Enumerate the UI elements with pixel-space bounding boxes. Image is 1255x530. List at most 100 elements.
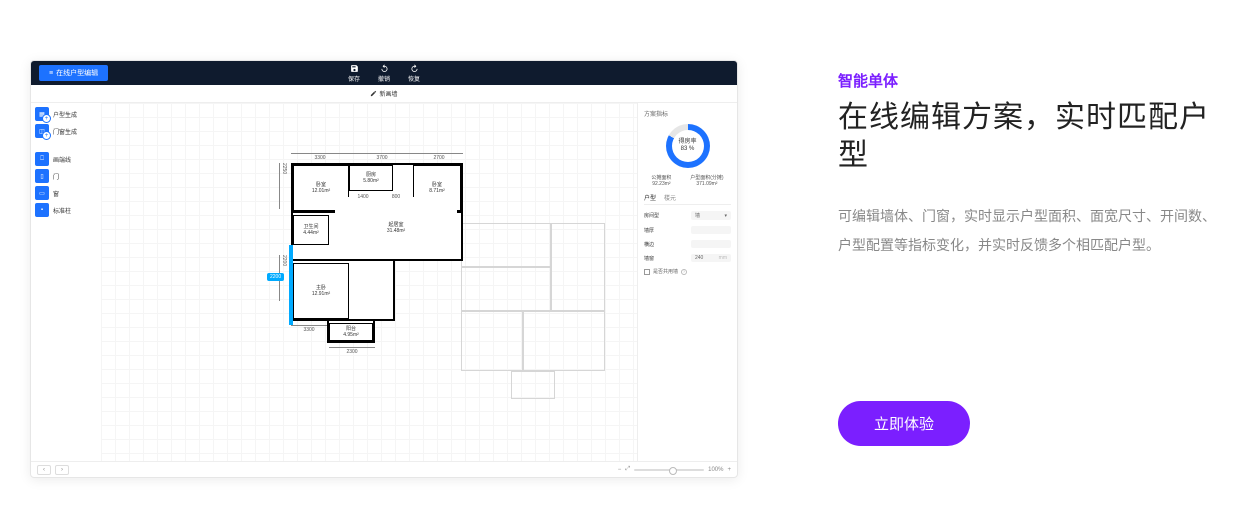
help-icon[interactable]: ?	[681, 269, 687, 275]
metric-value: 92.23m²	[651, 181, 671, 187]
field-width: 墙窗 240 mm	[644, 254, 731, 262]
room-area: 4.44m²	[303, 230, 319, 236]
undo-button[interactable]: 撤销	[378, 64, 390, 83]
draw-wall-tool[interactable]: 新画墙	[364, 88, 403, 99]
marketing-copy: 智能单体 在线编辑方案，实时匹配户型 可编辑墙体、门窗，实时显示户型面积、面宽尺…	[838, 60, 1225, 478]
zoom-value: 100%	[708, 467, 723, 473]
save-button[interactable]: 保存	[348, 64, 360, 83]
toolbar-label: 撤销	[378, 74, 390, 83]
thick-input[interactable]	[691, 226, 731, 234]
room-area: 31.48m²	[387, 228, 405, 234]
tab-unit[interactable]: 户型	[644, 193, 656, 202]
dimension-label: 2700	[415, 153, 463, 161]
eyebrow: 智能单体	[838, 70, 1225, 91]
input-value: 240	[695, 255, 703, 261]
fit-screen-button[interactable]: ⤢	[625, 466, 630, 473]
floorplan: 3300 3700 2700 2250 2200 卧室 12.01m²	[291, 163, 471, 353]
sidebar-tool-label: 标准柱	[53, 206, 71, 215]
room-living[interactable]: 起居室 31.48m²	[335, 197, 457, 259]
select-value: 墙	[695, 212, 700, 219]
app-subbar: 新画墙	[31, 85, 737, 103]
sidebar-item-door-window-gen[interactable]: ◫ 门窗生成	[35, 124, 97, 138]
sidebar-tool-line[interactable]: ⎕ 画端线	[35, 152, 97, 166]
properties-panel: 方案指标 得房率 83 % 公摊面积 92.23m² 户	[637, 103, 737, 461]
dimension-label: 1400	[351, 193, 375, 200]
save-icon	[349, 64, 358, 73]
selected-wall[interactable]	[289, 245, 293, 325]
window-tool-icon: ▭	[35, 186, 49, 200]
sidebar-tool-door[interactable]: ▯ 门	[35, 169, 97, 183]
panel-title: 方案指标	[644, 109, 731, 118]
toolbar-center: 保存 撤销 恢复	[348, 64, 420, 83]
sidebar-tool-column[interactable]: ▪ 标准柱	[35, 203, 97, 217]
sidebar-tool-window[interactable]: ▭ 窗	[35, 186, 97, 200]
room-area: 4.95m²	[343, 332, 359, 338]
dimension-label: 3700	[349, 153, 415, 161]
room-area: 8.71m²	[429, 188, 445, 194]
room-area: 12.01m²	[312, 188, 330, 194]
sidebar-item-floorplan-gen[interactable]: ▦ 户型生成	[35, 107, 97, 121]
metric-label: 公摊面积	[651, 174, 671, 181]
room-area: 12.91m²	[312, 291, 330, 297]
undo-icon	[379, 64, 388, 73]
gauge: 得房率 83 %	[644, 124, 731, 168]
metrics: 公摊面积 92.23m² 户型面积(分摊) 371.09m²	[644, 174, 731, 187]
selected-dimension-badge: 2200	[267, 273, 284, 281]
toolbar-label: 恢复	[408, 74, 420, 83]
plan-canvas[interactable]: 3300 3700 2700 2250 2200 卧室 12.01m²	[101, 103, 637, 461]
chevron-down-icon: ▾	[724, 213, 727, 219]
dimension-label: 3300	[291, 325, 327, 333]
cta-label: 立即体验	[874, 416, 934, 433]
field-label: 房间型	[644, 212, 659, 219]
app-footer: ‹ › − ⤢ 100% +	[31, 461, 737, 477]
donut-chart: 得房率 83 %	[666, 124, 710, 168]
align-input[interactable]	[691, 240, 731, 248]
metric-value: 371.09m²	[690, 181, 723, 187]
ghost-grid	[461, 203, 641, 393]
side-tools: ▦ 户型生成 ◫ 门窗生成 ⎕ 画端线 ▯ 门 ▭ 窗	[31, 103, 101, 461]
room-type-select[interactable]: 墙▾	[691, 211, 731, 220]
room-kitchen[interactable]: 厨房 5.80m²	[349, 165, 393, 191]
prev-button[interactable]: ‹	[37, 465, 51, 475]
unit-label: mm	[719, 255, 727, 261]
pencil-icon	[370, 90, 377, 97]
checkbox-icon	[644, 269, 650, 275]
zoom-control: − ⤢ 100% +	[618, 466, 731, 473]
app-toolbar: ≡ 在线户型编辑 保存 撤销 恢复	[31, 61, 737, 85]
sidebar-item-label: 户型生成	[53, 110, 77, 119]
field-label: 墙厚	[644, 227, 654, 234]
metric-label: 户型面积(分摊)	[690, 174, 723, 181]
floorplan-gen-icon: ▦	[35, 107, 49, 121]
dimension-label: 2250	[279, 163, 287, 209]
door-tool-icon: ▯	[35, 169, 49, 183]
gauge-value: 83 %	[678, 146, 696, 153]
room-master[interactable]: 主卧 12.91m²	[293, 263, 349, 319]
panel-tabs: 户型 楼元	[644, 193, 731, 205]
zoom-slider[interactable]	[634, 469, 704, 471]
field-label: 墙窗	[644, 255, 654, 262]
subbar-label: 新画墙	[379, 89, 397, 98]
dimension-label: 800	[387, 193, 405, 200]
field-room-type: 房间型 墙▾	[644, 211, 731, 220]
headline: 在线编辑方案，实时匹配户型	[838, 99, 1225, 174]
door-window-gen-icon: ◫	[35, 124, 49, 138]
room-area: 5.80m²	[363, 178, 379, 184]
shared-wall-checkbox[interactable]: 是否共用墙 ?	[644, 268, 731, 275]
room-balcony[interactable]: 阳台 4.95m²	[329, 323, 373, 341]
dimension-label: 2300	[329, 347, 375, 355]
room-bath[interactable]: 卫生间 4.44m²	[293, 215, 329, 245]
checkbox-label: 是否共用墙	[653, 268, 678, 275]
field-label: 横边	[644, 241, 654, 248]
cta-button[interactable]: 立即体验	[838, 401, 970, 446]
app-mode-badge[interactable]: ≡ 在线户型编辑	[39, 65, 108, 81]
zoom-out-button[interactable]: −	[618, 467, 622, 473]
app-mode-label: 在线户型编辑	[56, 68, 98, 78]
tab-building[interactable]: 楼元	[664, 193, 676, 202]
zoom-in-button[interactable]: +	[727, 467, 731, 473]
redo-button[interactable]: 恢复	[408, 64, 420, 83]
width-input[interactable]: 240 mm	[691, 254, 731, 262]
sidebar-tool-label: 窗	[53, 189, 59, 198]
column-tool-icon: ▪	[35, 203, 49, 217]
sidebar-tool-label: 画端线	[53, 155, 71, 164]
next-button[interactable]: ›	[55, 465, 69, 475]
